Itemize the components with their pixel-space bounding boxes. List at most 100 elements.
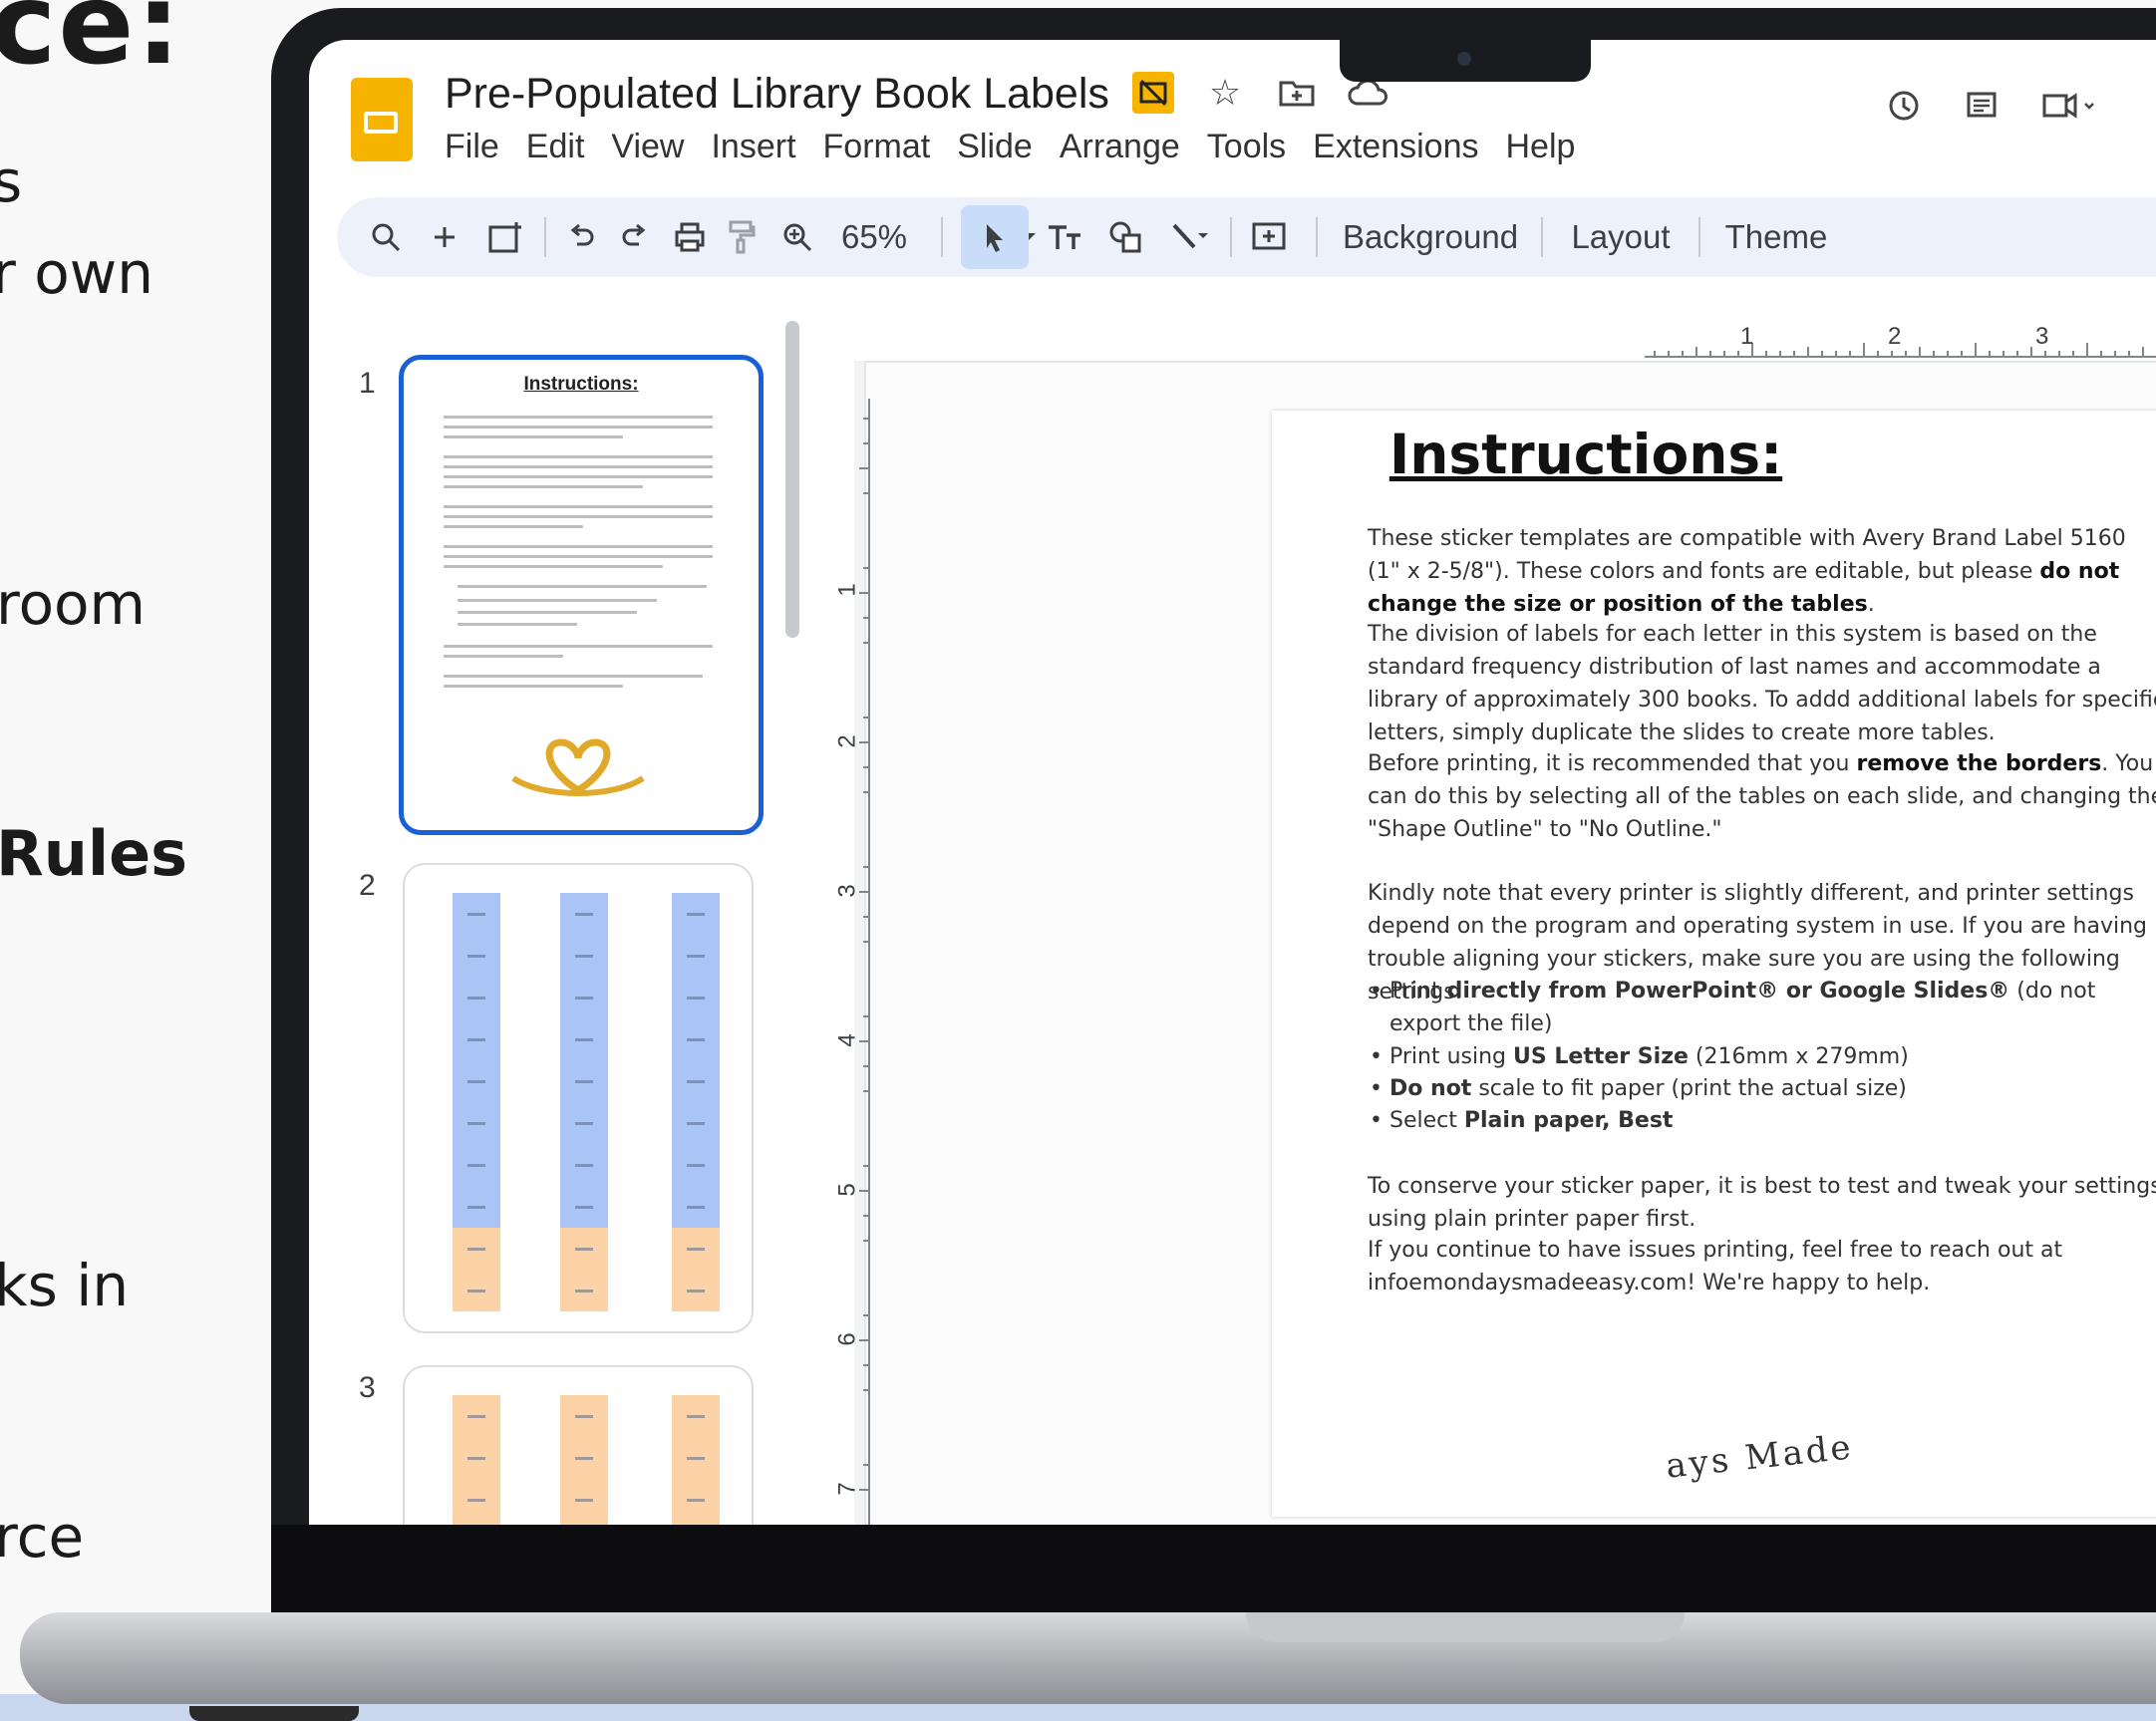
top-right-actions <box>1886 88 2099 133</box>
thumbnail-text-line <box>444 565 663 568</box>
history-icon[interactable] <box>1886 88 1922 133</box>
paragraph-contact[interactable]: If you continue to have issues printing,… <box>1368 1234 2156 1299</box>
thumbnail-text-line <box>444 475 713 478</box>
slide-thumbnail-1[interactable]: Instructions: <box>399 355 764 835</box>
ruler-label: 1 <box>1740 323 1754 350</box>
slides-logo-icon[interactable] <box>351 78 413 161</box>
thumbnail-text-line <box>444 515 713 518</box>
side-text-line: room <box>0 570 147 638</box>
slide-page[interactable]: Instructions: These sticker templates ar… <box>1272 411 2156 1517</box>
ruler-label: 7 <box>833 1482 861 1496</box>
thumbnail-text-line <box>444 645 713 648</box>
side-text-line: r own <box>0 239 154 307</box>
label-column <box>672 893 720 1311</box>
menu-item-edit[interactable]: Edit <box>526 128 585 166</box>
ruler-label: 2 <box>1888 323 1902 350</box>
thumbnail-text-line <box>444 655 563 658</box>
camera-notch <box>1340 40 1591 82</box>
text-box-icon[interactable] <box>1041 205 1090 269</box>
line-tool-icon[interactable] <box>1162 205 1214 269</box>
side-heading: ce: <box>0 0 183 90</box>
ruler-label: 5 <box>833 1183 861 1197</box>
horizontal-ruler[interactable]: 1 2 3 <box>1645 323 2156 365</box>
new-slide-layout-icon[interactable] <box>480 205 530 269</box>
slide-title[interactable]: Instructions: <box>1272 423 1900 486</box>
ruler-label: 4 <box>833 1033 861 1047</box>
paragraph-conserve[interactable]: To conserve your sticker paper, it is be… <box>1368 1170 2156 1236</box>
layout-button[interactable]: Layout <box>1559 205 1683 269</box>
zoom-icon[interactable] <box>773 205 821 269</box>
toolbar: 65% Background Layout Theme <box>337 197 2156 277</box>
thumbnail-text-line <box>444 485 643 488</box>
bullet-item[interactable]: Print using US Letter Size (216mm x 279m… <box>1370 1040 2156 1073</box>
laptop-base-lip <box>1246 1612 1685 1642</box>
select-pointer-icon[interactable] <box>961 205 1029 269</box>
comments-icon[interactable] <box>1964 88 2000 133</box>
undo-icon[interactable] <box>558 205 604 269</box>
toolbar-separator <box>544 217 546 257</box>
move-to-folder-icon[interactable] <box>1276 72 1318 114</box>
redo-icon[interactable] <box>612 205 658 269</box>
filmstrip-scrollbar[interactable] <box>785 321 799 638</box>
menu-item-arrange[interactable]: Arrange <box>1060 128 1180 166</box>
menu-item-extensions[interactable]: Extensions <box>1313 128 1478 166</box>
print-icon[interactable] <box>666 205 714 269</box>
document-title[interactable]: Pre-Populated Library Book Labels <box>445 70 1109 119</box>
search-menus-icon[interactable] <box>361 205 411 269</box>
insert-comment-icon[interactable] <box>1240 205 1298 269</box>
theme-button[interactable]: Theme <box>1716 205 1836 269</box>
side-text-line: ks in <box>0 1252 130 1319</box>
menu-bar: File Edit View Insert Format Slide Arran… <box>445 128 1602 166</box>
toolbar-separator <box>1230 217 1232 257</box>
toolbar-separator <box>1316 217 1318 257</box>
ruler-label: 2 <box>833 734 861 748</box>
laptop-chin <box>271 1525 2156 1614</box>
thumbnail-text-line <box>444 505 713 508</box>
brand-signature: ays Made <box>1664 1427 1856 1487</box>
slide-thumbnail-3[interactable] <box>403 1365 754 1525</box>
bullet-item[interactable]: Do not scale to fit paper (print the act… <box>1370 1072 2156 1105</box>
menu-item-view[interactable]: View <box>611 128 684 166</box>
laptop-base <box>20 1612 2156 1704</box>
slide-number: 1 <box>359 367 376 400</box>
thumbnail-text-line <box>444 525 583 528</box>
side-text-line: rce <box>0 1503 85 1571</box>
star-icon[interactable]: ☆ <box>1204 72 1246 114</box>
toolbar-separator <box>1541 217 1543 257</box>
vertical-ruler[interactable]: 1 2 3 4 5 6 7 <box>833 399 877 1525</box>
thumbnail-text-line <box>444 455 713 458</box>
menu-item-format[interactable]: Format <box>823 128 931 166</box>
laptop-foot <box>189 1706 359 1721</box>
menu-item-slide[interactable]: Slide <box>957 128 1033 166</box>
slide-number: 3 <box>359 1371 376 1404</box>
slide-thumbnail-2[interactable] <box>403 863 754 1333</box>
thumbnail-text-line <box>444 416 713 419</box>
slides-badge-icon[interactable] <box>1132 72 1174 114</box>
ruler-label: 3 <box>2035 323 2049 350</box>
paragraph-compatibility[interactable]: These sticker templates are compatible w… <box>1368 522 2156 621</box>
heart-logo-icon <box>511 738 645 796</box>
menu-item-insert[interactable]: Insert <box>711 128 795 166</box>
bullet-item[interactable]: Print directly from PowerPoint® or Googl… <box>1370 975 2156 1040</box>
menu-item-help[interactable]: Help <box>1506 128 1576 166</box>
label-column <box>453 1395 500 1525</box>
meet-icon[interactable] <box>2041 88 2099 133</box>
background-button[interactable]: Background <box>1336 205 1525 269</box>
paragraph-division[interactable]: The division of labels for each letter i… <box>1368 618 2156 749</box>
toolbar-separator <box>1698 217 1700 257</box>
thumbnail-text-line <box>444 435 623 438</box>
thumbnail-text-line <box>444 545 713 548</box>
label-column <box>453 893 500 1311</box>
thumbnail-text-line <box>444 426 713 429</box>
menu-item-tools[interactable]: Tools <box>1207 128 1286 166</box>
thumbnail-text-line <box>444 465 713 468</box>
menu-item-file[interactable]: File <box>445 128 499 166</box>
bullet-item[interactable]: Select Plain paper, Best <box>1370 1104 2156 1137</box>
paragraph-borders[interactable]: Before printing, it is recommended that … <box>1368 747 2156 846</box>
thumbnail-text-line <box>444 555 713 558</box>
shape-icon[interactable] <box>1100 205 1150 269</box>
paint-format-icon[interactable] <box>720 205 764 269</box>
new-slide-plus-icon[interactable] <box>423 205 466 269</box>
thumbnail-title: Instructions: <box>523 374 639 395</box>
zoom-value[interactable]: 65% <box>829 205 919 269</box>
